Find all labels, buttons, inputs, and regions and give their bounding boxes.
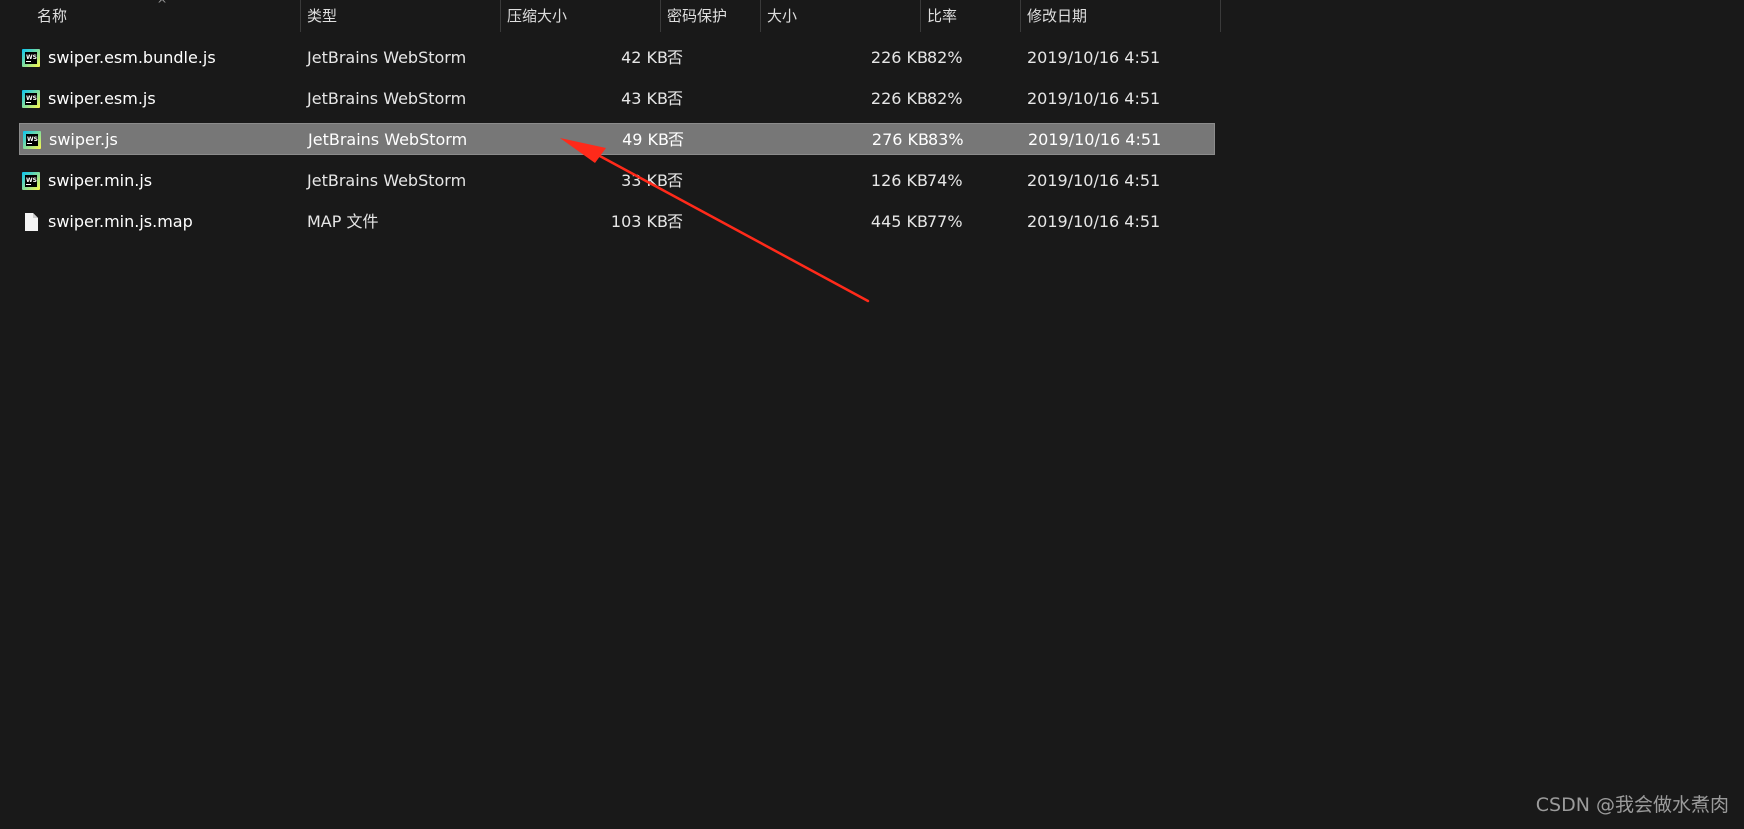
column-header-compressed-size[interactable]: 压缩大小	[500, 0, 660, 32]
file-type: JetBrains WebStorm	[308, 130, 468, 149]
webstorm-icon: WS	[22, 49, 40, 67]
modified-date: 2019/10/16 4:51	[1027, 171, 1161, 190]
password-protected: 否	[667, 48, 684, 67]
column-header-password[interactable]: 密码保护	[660, 0, 760, 32]
svg-text:WS: WS	[26, 177, 37, 184]
file-name: swiper.min.js	[48, 171, 153, 190]
file-size: 226 KB	[870, 89, 928, 108]
file-name: swiper.esm.js	[48, 89, 156, 108]
webstorm-icon: WS	[22, 90, 40, 108]
column-header-ratio[interactable]: 比率	[920, 0, 1020, 32]
file-row-selected[interactable]: WS swiper.js JetBrains WebStorm 49 KB 否 …	[19, 123, 1215, 155]
password-protected: 否	[667, 89, 684, 108]
compression-ratio: 74%	[927, 171, 963, 190]
compressed-size: 103 KB	[610, 212, 668, 231]
webstorm-icon: WS	[23, 131, 41, 149]
file-row[interactable]: WS swiper.esm.js JetBrains WebStorm 43 K…	[19, 83, 1215, 115]
file-size: 445 KB	[870, 212, 928, 231]
file-size: 226 KB	[870, 48, 928, 67]
svg-text:WS: WS	[27, 136, 38, 143]
compression-ratio: 77%	[927, 212, 963, 231]
column-header-bar: ^ 名称 类型 压缩大小 密码保护 大小 比率 修改日期	[0, 0, 1744, 32]
file-row[interactable]: WS swiper.min.js JetBrains WebStorm 33 K…	[19, 165, 1215, 197]
compressed-size: 49 KB	[622, 130, 669, 149]
password-protected: 否	[667, 171, 684, 190]
modified-date: 2019/10/16 4:51	[1028, 130, 1162, 149]
file-type: JetBrains WebStorm	[307, 171, 467, 190]
column-header-name[interactable]: 名称	[30, 0, 300, 32]
column-divider[interactable]	[1220, 0, 1221, 32]
file-name: swiper.js	[49, 130, 118, 149]
compressed-size: 43 KB	[621, 89, 668, 108]
compression-ratio: 82%	[927, 48, 963, 67]
svg-text:WS: WS	[26, 95, 37, 102]
column-header-type[interactable]: 类型	[300, 0, 500, 32]
compressed-size: 33 KB	[621, 171, 668, 190]
file-size: 276 KB	[871, 130, 929, 149]
modified-date: 2019/10/16 4:51	[1027, 48, 1161, 67]
file-type: JetBrains WebStorm	[307, 89, 467, 108]
webstorm-icon: WS	[22, 172, 40, 190]
compression-ratio: 82%	[927, 89, 963, 108]
compression-ratio: 83%	[928, 130, 964, 149]
file-type: MAP 文件	[307, 212, 379, 231]
modified-date: 2019/10/16 4:51	[1027, 89, 1161, 108]
file-name: swiper.esm.bundle.js	[48, 48, 216, 67]
file-row[interactable]: swiper.min.js.map MAP 文件 103 KB 否 445 KB…	[19, 206, 1215, 238]
compressed-size: 42 KB	[621, 48, 668, 67]
archive-file-list-window: ^ 名称 类型 压缩大小 密码保护 大小 比率 修改日期 WS swiper.e…	[0, 0, 1744, 829]
svg-text:WS: WS	[26, 54, 37, 61]
file-name: swiper.min.js.map	[48, 212, 193, 231]
blank-file-icon	[25, 213, 38, 231]
column-header-size[interactable]: 大小	[760, 0, 920, 32]
column-header-modified-date[interactable]: 修改日期	[1020, 0, 1220, 32]
file-row[interactable]: WS swiper.esm.bundle.js JetBrains WebSto…	[19, 42, 1215, 74]
modified-date: 2019/10/16 4:51	[1027, 212, 1161, 231]
file-size: 126 KB	[870, 171, 928, 190]
watermark-text: CSDN @我会做水煮肉	[1535, 794, 1729, 816]
password-protected: 否	[667, 212, 684, 231]
password-protected: 否	[668, 130, 685, 149]
file-type: JetBrains WebStorm	[307, 48, 467, 67]
